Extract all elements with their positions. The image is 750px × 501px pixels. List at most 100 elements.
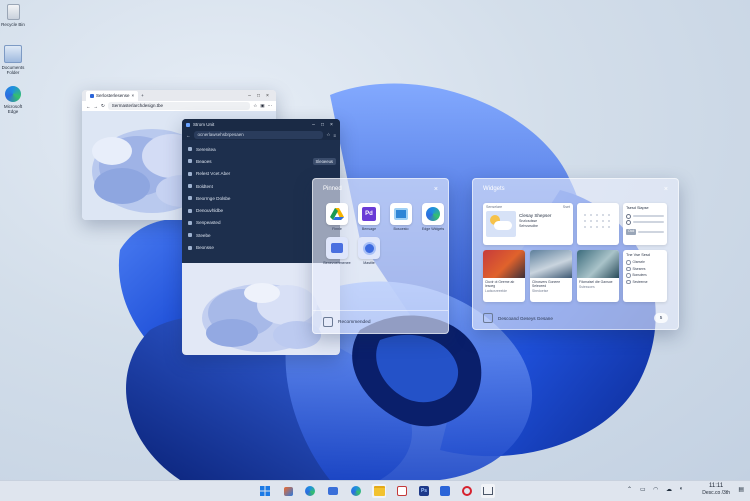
onedrive-icon[interactable]: ☁	[666, 486, 672, 493]
maximize-icon[interactable]: □	[254, 93, 263, 99]
panel-header: Pinned ×	[313, 179, 448, 199]
network-icon[interactable]: ▭	[640, 486, 646, 493]
browser-tab[interactable]: Serlosterlesense ×	[86, 90, 139, 101]
calendar-grid-icon	[584, 214, 610, 228]
photoshop-icon: Pd	[358, 203, 380, 225]
desktop-icon-documents[interactable]: Documents Folder	[0, 45, 26, 75]
schedule-widget[interactable]: Tsesd Slapse Ocd	[623, 203, 667, 245]
wifi-icon[interactable]: ◠	[653, 486, 658, 493]
browser-titlebar: Serlosterlesense × + – □ ×	[82, 90, 276, 101]
close-icon[interactable]: ×	[263, 93, 272, 99]
todo-item[interactable]: Bonsdees	[626, 273, 664, 278]
todo-item[interactable]: Glsesele	[626, 260, 664, 265]
pinned-app[interactable]: Bosoesto	[387, 203, 415, 231]
desktop: Recycle Bin Documents Folder Microsoft E…	[0, 0, 750, 480]
todo-item[interactable]: Slsesees	[626, 266, 664, 271]
url-input[interactable]: Sermasterlarchdesign.tbe	[107, 102, 251, 110]
pinned-app[interactable]: Edge Widgets	[419, 203, 447, 231]
favorites-icon[interactable]: ☆	[326, 132, 330, 138]
desktop-icon-recycle-bin[interactable]: Recycle Bin	[0, 4, 26, 27]
news-thumbnail	[577, 250, 619, 278]
volume-icon[interactable]: ◖	[679, 486, 683, 492]
recycle-bin-icon	[6, 4, 20, 20]
clock-icon	[358, 237, 380, 259]
pinned-app[interactable]: Benevoehmenee	[323, 237, 351, 265]
desktop-icon-edge[interactable]: Microsoft Edge	[0, 86, 26, 114]
minimize-icon[interactable]: –	[245, 93, 254, 99]
file-explorer-icon	[373, 486, 385, 496]
taskbar-app[interactable]	[303, 484, 317, 498]
menu-item-icon	[188, 208, 192, 213]
checkbox-icon	[626, 279, 631, 284]
calendar-widget[interactable]	[577, 203, 619, 245]
close-icon[interactable]: ×	[327, 122, 336, 128]
taskbar-app[interactable]: Ps	[417, 484, 431, 498]
minimize-icon[interactable]: –	[309, 122, 318, 128]
drive-icon	[326, 203, 348, 225]
edge-icon	[305, 486, 315, 496]
widgets-panel[interactable]: Widgets × Senselare Sset Clesay Shepser …	[472, 178, 679, 330]
news-card[interactable]: Clirosvers Goneee Seleceed Sbedoetse	[530, 250, 572, 302]
menu-item[interactable]: Beaoes Sleoeeus	[182, 155, 340, 167]
widgets-footer[interactable]: Descoand Geseys Gesane 5	[473, 307, 678, 329]
todo-item[interactable]: Sesteense	[626, 279, 664, 284]
home-icon	[188, 159, 192, 164]
start-pinned-panel[interactable]: Pinned × Finnle Pd Bensage Bosoesto Edge…	[312, 178, 449, 334]
menu-item-icon	[188, 171, 192, 176]
news-card[interactable]: Filcmaisel dte Gansoe Sstessoes	[577, 250, 619, 302]
back-icon[interactable]: ←	[186, 133, 191, 138]
favorites-icon[interactable]: ☆	[253, 103, 257, 109]
taskbar-app[interactable]	[281, 484, 295, 498]
recommended-bar[interactable]: Recommended	[313, 310, 448, 333]
start-button[interactable]	[258, 484, 272, 498]
news-card[interactable]: Cluvir ot Geeme ab Iesoeg Ladscsreeelde	[483, 250, 525, 302]
taskbar-app[interactable]	[395, 484, 409, 498]
search-icon	[283, 486, 293, 496]
menu-item-icon	[188, 184, 192, 189]
store-icon	[397, 486, 407, 496]
taskbar-app[interactable]	[460, 484, 474, 498]
new-tab-icon[interactable]: +	[141, 93, 144, 98]
menu-pill-button[interactable]: Sleoeeus	[312, 157, 336, 165]
notification-icon[interactable]: ▤	[738, 486, 744, 493]
notes-icon	[326, 237, 348, 259]
edge-icon	[422, 203, 444, 225]
back-icon[interactable]: ←	[86, 104, 91, 109]
menu-item[interactable]: Serenitea	[182, 143, 340, 155]
close-icon[interactable]: ×	[664, 186, 668, 193]
taskbar-app[interactable]	[372, 484, 386, 498]
taskbar-app[interactable]	[349, 484, 363, 498]
pinned-apps-grid: Finnle Pd Bensage Bosoesto Edge Widgets	[313, 199, 448, 269]
weather-widget[interactable]: Senselare Sset Clesay Shepser Snzlcsdsse…	[483, 203, 573, 245]
pinned-app[interactable]: Finnle	[323, 203, 351, 231]
todo-widget[interactable]: Tne Vse Sesd Glsesele Slsesees Bonsdees …	[623, 250, 667, 302]
edge-icon	[351, 486, 361, 496]
taskbar-app[interactable]	[326, 484, 340, 498]
maximize-icon[interactable]: □	[318, 122, 327, 128]
documents-icon	[4, 45, 22, 63]
pinned-app[interactable]: Mastlte	[355, 237, 383, 265]
pinned-app[interactable]: Pd Bensage	[355, 203, 383, 231]
menu-icon[interactable]: ⋯	[268, 103, 273, 109]
clock[interactable]: 11:11 Desc.co /3th	[702, 483, 730, 497]
tab-close-icon[interactable]: ×	[132, 93, 135, 98]
refresh-icon[interactable]: ↻	[101, 103, 105, 109]
media-icon	[390, 203, 412, 225]
taskbar: Ps ⌃ ▭ ◠ ☁ ◖ 11:11 Desc.co /3th ▤	[0, 480, 750, 501]
shield-icon	[440, 486, 450, 496]
extensions-icon[interactable]: ▣	[260, 103, 264, 109]
url-input[interactable]: ocnerlawsehsbrpesaen	[193, 131, 324, 139]
menu-item-icon	[188, 147, 192, 152]
taskbar-app[interactable]	[481, 484, 495, 498]
open-button[interactable]: Ocd	[626, 229, 637, 235]
close-icon[interactable]: ×	[434, 186, 438, 193]
widgets-header: Widgets ×	[473, 179, 678, 199]
chevron-up-icon[interactable]: ⌃	[627, 486, 632, 493]
menu-item-icon	[188, 220, 192, 225]
menu-item-icon	[188, 245, 192, 250]
tab-favicon-icon	[186, 122, 190, 127]
taskbar-app[interactable]	[438, 484, 452, 498]
menu-icon[interactable]: ≡	[333, 133, 336, 138]
forward-icon[interactable]: →	[94, 104, 99, 109]
count-badge: 5	[654, 313, 668, 323]
